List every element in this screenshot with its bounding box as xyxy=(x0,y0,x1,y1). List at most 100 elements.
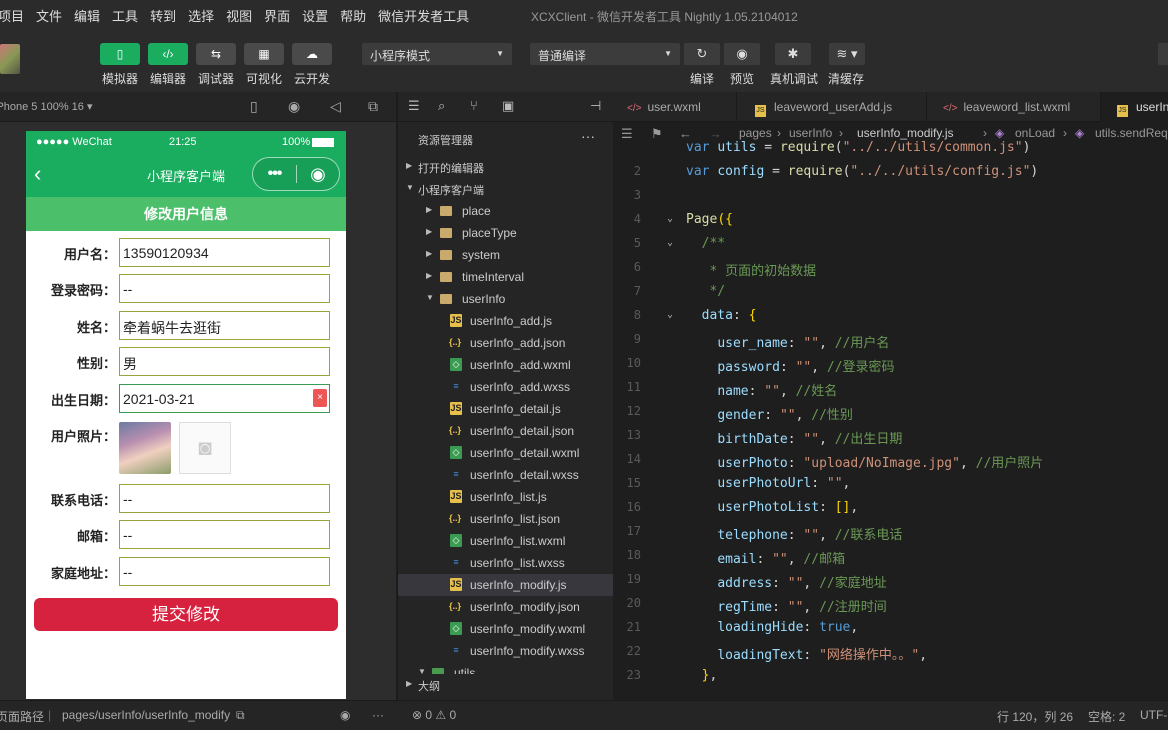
simulator-toggle-button[interactable]: ▯ xyxy=(100,43,140,65)
eye-icon[interactable]: ◉ xyxy=(340,708,350,722)
tab-leaveword-list[interactable]: </> leaveword_list.wxml xyxy=(927,92,1101,122)
user-photo-thumbnail[interactable] xyxy=(119,422,171,474)
tree-file[interactable]: {..} userInfo_detail.json xyxy=(398,420,614,442)
tree-file[interactable]: {..} userInfo_add.json xyxy=(398,332,614,354)
breadcrumb-item[interactable]: userInfo_modify.js xyxy=(857,126,954,140)
menu-tools[interactable]: 工具 xyxy=(106,6,144,25)
compile-select[interactable]: 普通编译 ▼ xyxy=(530,43,680,65)
remote-debug-button[interactable]: ✱ xyxy=(775,43,811,65)
menu-view[interactable]: 视图 xyxy=(220,6,258,25)
tab-userinfo-modify[interactable]: JS userIn xyxy=(1101,92,1168,122)
tree-file[interactable]: ◇ userInfo_modify.wxml xyxy=(398,618,614,640)
tree-file[interactable]: ≡ userInfo_modify.wxss xyxy=(398,640,614,662)
tree-folder[interactable]: ▶ system xyxy=(398,244,614,266)
breadcrumb-item[interactable]: onLoad xyxy=(1015,126,1055,140)
problems-indicator[interactable]: ⊗ 0 ⚠ 0 xyxy=(412,708,456,722)
tab-user-wxml[interactable]: </> user.wxml xyxy=(613,92,737,122)
tab-leaveword-useradd[interactable]: JS leaveword_userAdd.js xyxy=(737,92,927,122)
menu-project[interactable]: 项目 xyxy=(0,6,30,25)
tree-file[interactable]: {..} userInfo_modify.json xyxy=(398,596,614,618)
tree-folder[interactable]: ▶ placeType xyxy=(398,222,614,244)
window-icon[interactable]: ⧉ xyxy=(368,98,378,115)
window-title: XCXClient - 微信开发者工具 Nightly 1.05.2104012 xyxy=(531,10,798,24)
code-editor[interactable]: var utils = require("../../utils/common.… xyxy=(613,140,1168,700)
fold-chevron-icon[interactable]: ⌄ xyxy=(667,237,673,248)
section-project[interactable]: ▼ 小程序客户端 xyxy=(398,178,614,200)
more-icon[interactable]: ··· xyxy=(372,708,384,722)
encoding[interactable]: UTF- xyxy=(1140,708,1167,722)
tree-file[interactable]: JS userInfo_detail.js xyxy=(398,398,614,420)
password-input[interactable]: -- xyxy=(119,274,330,303)
close-circle-icon[interactable]: ◉ xyxy=(297,164,339,185)
extensions-icon[interactable]: ▣ xyxy=(502,98,514,114)
project-avatar[interactable] xyxy=(0,44,20,74)
tree-folder[interactable]: ▶ place xyxy=(398,200,614,222)
fold-chevron-icon[interactable]: ⌄ xyxy=(667,213,673,224)
birthdate-input[interactable]: 2021-03-21 xyxy=(119,384,330,413)
search-icon[interactable]: ⌕ xyxy=(438,98,445,114)
tree-file[interactable]: ≡ userInfo_add.wxss xyxy=(398,376,614,398)
files-icon[interactable]: ☰ xyxy=(408,98,420,114)
tree-file[interactable]: JS userInfo_add.js xyxy=(398,310,614,332)
collapse-panel-icon[interactable]: ⊣ xyxy=(590,98,601,114)
tree-file[interactable]: {..} userInfo_list.json xyxy=(398,508,614,530)
name-input[interactable]: 牵着蜗牛去逛街 xyxy=(119,311,330,340)
tree-folder[interactable]: ▼ userInfo xyxy=(398,288,614,310)
menu-interface[interactable]: 界面 xyxy=(258,6,296,25)
cursor-position[interactable]: 行 120，列 26 xyxy=(997,708,1073,725)
fold-chevron-icon[interactable]: ⌄ xyxy=(667,309,673,320)
breadcrumb-item[interactable]: userInfo xyxy=(789,126,832,140)
indent-setting[interactable]: 空格: 2 xyxy=(1088,708,1125,725)
tree-file[interactable]: ≡ userInfo_list.wxss xyxy=(398,552,614,574)
forward-arrow-icon[interactable]: → xyxy=(709,126,722,141)
preview-button[interactable]: ◉ xyxy=(724,43,760,65)
submit-button[interactable]: 提交修改 xyxy=(34,598,338,631)
record-icon[interactable]: ◉ xyxy=(288,98,300,115)
tree-file[interactable]: ◇ userInfo_add.wxml xyxy=(398,354,614,376)
cloud-dev-button[interactable]: ☁ xyxy=(292,43,332,65)
line-number: 15 xyxy=(626,476,641,490)
clear-icon[interactable]: × xyxy=(313,389,327,407)
debugger-toggle-button[interactable]: ⇆ xyxy=(196,43,236,65)
copy-icon[interactable]: ⧉ xyxy=(236,708,245,723)
volume-icon[interactable]: ◁ xyxy=(330,98,341,115)
bookmark-icon[interactable]: ⚑ xyxy=(651,126,663,142)
tree-file-selected[interactable]: JS userInfo_modify.js xyxy=(398,574,614,596)
address-input[interactable]: -- xyxy=(119,557,330,586)
tree-file[interactable]: JS userInfo_list.js xyxy=(398,486,614,508)
menu-goto[interactable]: 转到 xyxy=(144,6,182,25)
compile-button[interactable]: ↻ xyxy=(684,43,720,65)
menu-file[interactable]: 文件 xyxy=(30,6,68,25)
menu-help[interactable]: 帮助 xyxy=(334,6,372,25)
section-open-editors[interactable]: ▶ 打开的编辑器 xyxy=(398,156,614,178)
tree-file[interactable]: ◇ userInfo_list.wxml xyxy=(398,530,614,552)
menu-devtools[interactable]: 微信开发者工具 xyxy=(372,6,475,25)
telephone-input[interactable]: -- xyxy=(119,484,330,513)
more-icon[interactable]: ••• xyxy=(253,165,296,183)
toolbar-overflow-button[interactable] xyxy=(1158,43,1168,65)
tree-folder[interactable]: ▶ timeInterval xyxy=(398,266,614,288)
camera-icon[interactable]: ◙ xyxy=(179,422,231,474)
menu-settings[interactable]: 设置 xyxy=(296,6,334,25)
tree-file[interactable]: ◇ userInfo_detail.wxml xyxy=(398,442,614,464)
tree-file[interactable]: ≡ userInfo_detail.wxss xyxy=(398,464,614,486)
clear-cache-button[interactable]: ≋ ▾ xyxy=(829,43,865,65)
gender-input[interactable]: 男 xyxy=(119,347,330,376)
more-icon[interactable]: ··· xyxy=(581,128,595,144)
menu-select[interactable]: 选择 xyxy=(182,6,220,25)
device-select[interactable]: iPhone 5 100% 16 ▾ xyxy=(0,100,93,113)
breadcrumb-separator: › xyxy=(983,126,987,140)
back-arrow-icon[interactable]: ← xyxy=(679,126,692,141)
editor-toggle-button[interactable]: ‹/› xyxy=(148,43,188,65)
breadcrumb-item[interactable]: utils.sendReq xyxy=(1095,126,1168,140)
email-input[interactable]: -- xyxy=(119,520,330,549)
menu-edit[interactable]: 编辑 xyxy=(68,6,106,25)
username-input[interactable]: 13590120934 xyxy=(119,238,330,267)
breadcrumb-item[interactable]: pages xyxy=(739,126,772,140)
list-icon[interactable]: ☰ xyxy=(621,126,633,142)
source-control-icon[interactable]: ⑂ xyxy=(470,98,478,113)
phone-icon[interactable]: ▯ xyxy=(250,98,258,115)
section-outline[interactable]: ▶ 大纲 xyxy=(398,674,614,696)
visual-toggle-button[interactable]: ▦ xyxy=(244,43,284,65)
mode-select[interactable]: 小程序模式 ▼ xyxy=(362,43,512,65)
